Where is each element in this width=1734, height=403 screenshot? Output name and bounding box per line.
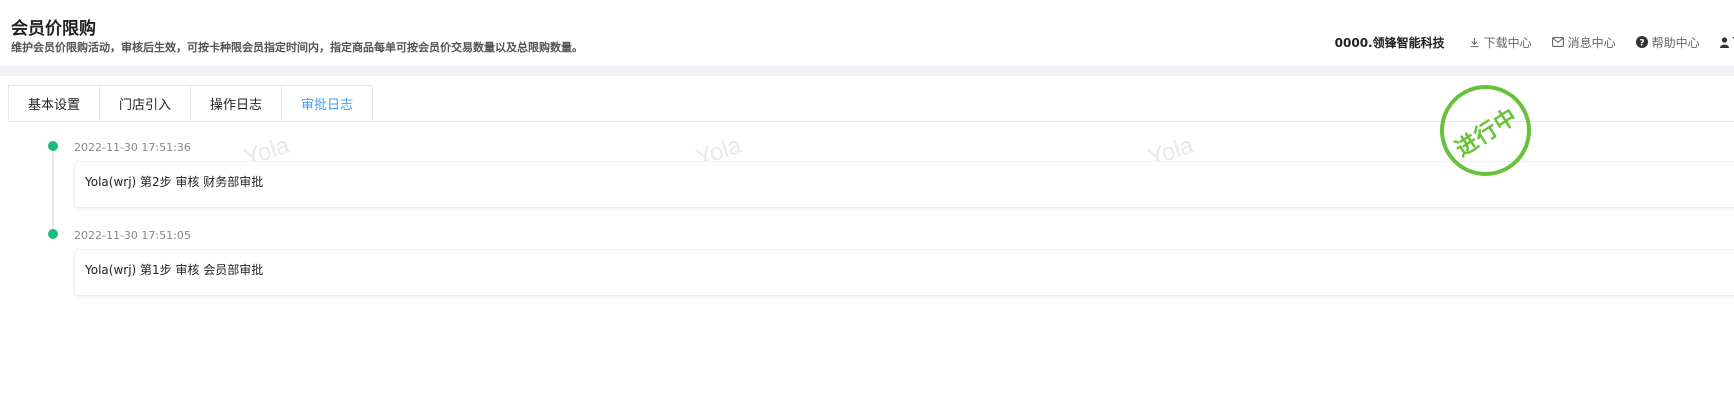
status-stamp: 进行中 bbox=[1440, 85, 1531, 176]
tab-basic-settings[interactable]: 基本设置 bbox=[8, 85, 100, 122]
download-center-label: 下载中心 bbox=[1483, 35, 1532, 50]
page-title: 会员价限购 bbox=[11, 19, 96, 39]
user-icon bbox=[1719, 36, 1729, 48]
download-center-link[interactable]: 下载中心 bbox=[1469, 34, 1532, 51]
help-icon: ? bbox=[1635, 36, 1648, 48]
timeline-content: Yola(wrj) 第2步 审核 财务部审批 bbox=[85, 175, 264, 189]
mail-icon bbox=[1551, 37, 1564, 47]
page-subtitle: 维护会员价限购活动，审核后生效，可按卡种限会员指定时间内，指定商品每单可按会员价… bbox=[11, 41, 583, 54]
tab-operation-log[interactable]: 操作日志 bbox=[190, 85, 282, 122]
top-nav: 0000.领锋智能科技 下载中心 消息中心 ? 帮助中心 bbox=[1335, 34, 1734, 50]
status-stamp-label: 进行中 bbox=[1451, 103, 1523, 162]
tab-bar: 基本设置 门店引入 操作日志 审批日志 bbox=[8, 85, 374, 122]
tab-approval-log[interactable]: 审批日志 bbox=[281, 85, 374, 122]
timeline-timestamp: 2022-11-30 17:51:36 bbox=[74, 141, 191, 154]
timeline-line bbox=[52, 148, 54, 236]
help-center-link[interactable]: ? 帮助中心 bbox=[1635, 34, 1700, 51]
header-divider bbox=[0, 66, 1734, 76]
timeline-card: Yola(wrj) 第1步 审核 会员部审批 bbox=[74, 249, 1734, 296]
timeline-content: Yola(wrj) 第1步 审核 会员部审批 bbox=[85, 263, 264, 277]
message-center-label: 消息中心 bbox=[1567, 35, 1616, 50]
user-menu[interactable]: Y bbox=[1719, 35, 1734, 49]
timeline-dot bbox=[48, 141, 58, 151]
message-center-link[interactable]: 消息中心 bbox=[1551, 34, 1616, 51]
timeline-timestamp: 2022-11-30 17:51:05 bbox=[74, 229, 191, 242]
tab-store-import[interactable]: 门店引入 bbox=[99, 85, 191, 122]
timeline-dot bbox=[48, 229, 58, 239]
help-center-label: 帮助中心 bbox=[1651, 35, 1700, 50]
company-name[interactable]: 0000.领锋智能科技 bbox=[1335, 34, 1445, 51]
svg-text:?: ? bbox=[1639, 38, 1644, 48]
page-header: 会员价限购 维护会员价限购活动，审核后生效，可按卡种限会员指定时间内，指定商品每… bbox=[0, 0, 1734, 70]
download-icon bbox=[1469, 37, 1479, 47]
